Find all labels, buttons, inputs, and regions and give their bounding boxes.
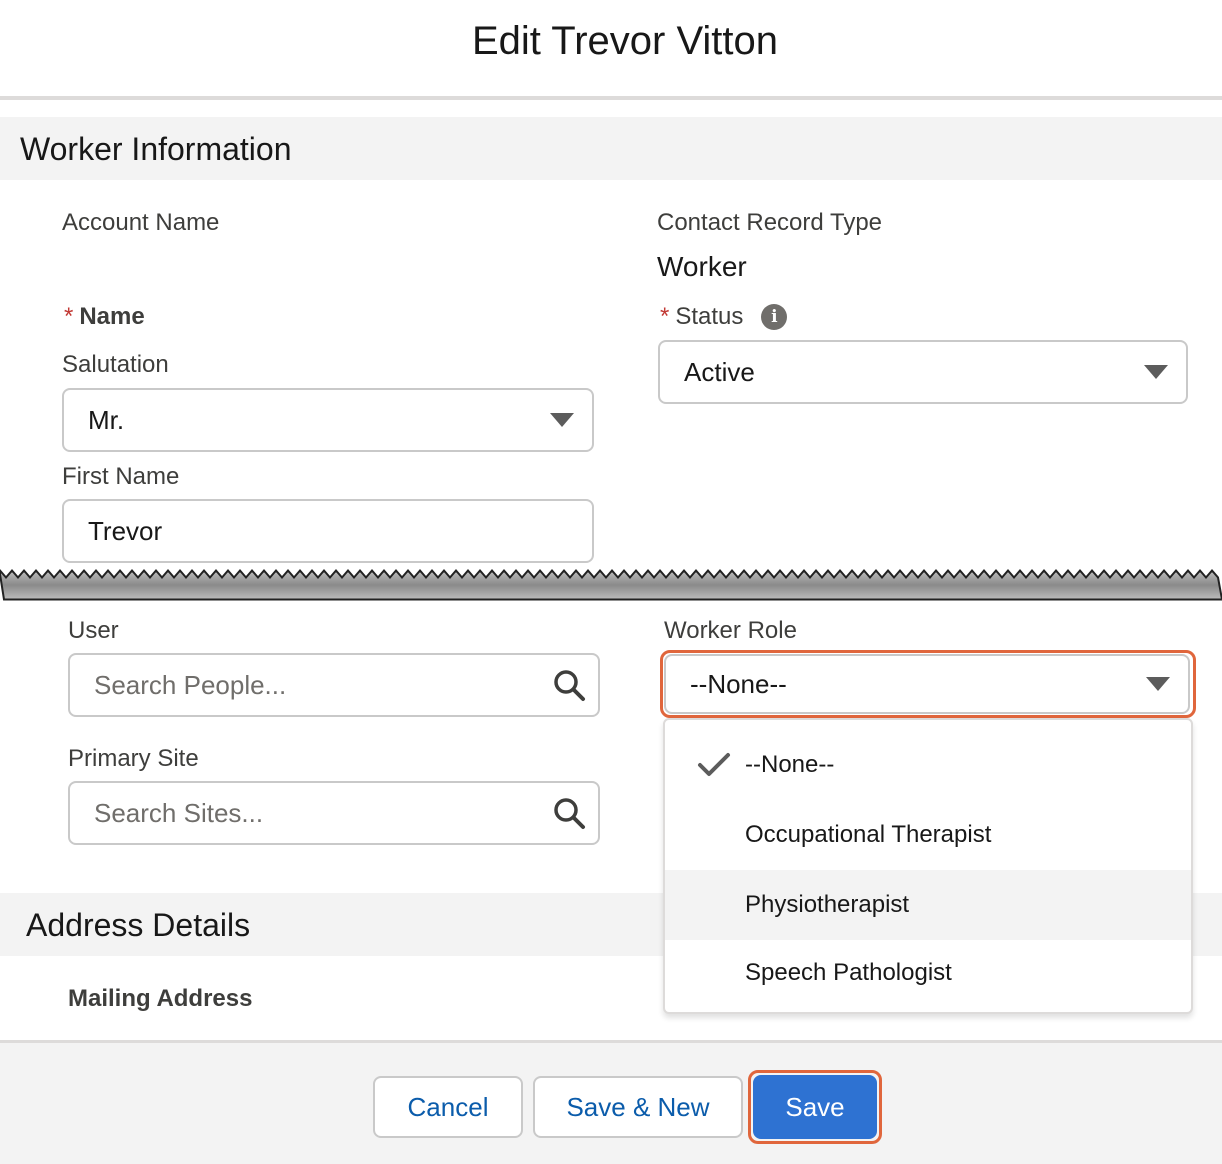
user-search-input[interactable]: Search People... [68, 653, 600, 717]
chevron-down-icon [1146, 677, 1170, 691]
salutation-select[interactable]: Mr. [62, 388, 594, 452]
mailing-address-label: Mailing Address [68, 985, 253, 1012]
dropdown-option-label: Speech Pathologist [745, 959, 952, 986]
worker-role-select-value: --None-- [690, 668, 787, 699]
info-icon[interactable]: i [761, 304, 788, 330]
search-icon [554, 670, 585, 701]
dropdown-option-physiotherapist[interactable]: Physiotherapist [665, 870, 1191, 940]
cancel-button[interactable]: Cancel [373, 1076, 523, 1138]
worker-role-label: Worker Role [664, 617, 797, 644]
check-icon [698, 753, 730, 776]
contact-record-type-value: Worker [657, 251, 747, 282]
salutation-select-value: Mr. [88, 404, 125, 435]
user-search-placeholder: Search People... [94, 669, 287, 700]
header-divider [0, 96, 1222, 100]
section-title-worker-information: Worker Information [20, 131, 292, 167]
first-name-label: First Name [62, 463, 180, 490]
user-label: User [68, 617, 119, 644]
salutation-label: Salutation [62, 351, 169, 378]
dropdown-option-occupational-therapist[interactable]: Occupational Therapist [665, 800, 1191, 870]
primary-site-label: Primary Site [68, 745, 199, 772]
search-icon [554, 798, 585, 829]
first-name-input[interactable]: Trevor [62, 499, 594, 563]
status-heading: * Status i [660, 303, 788, 331]
dropdown-option-label: Occupational Therapist [745, 821, 992, 848]
chevron-down-icon [550, 413, 574, 427]
first-name-value: Trevor [88, 515, 163, 546]
worker-role-select[interactable]: --None-- [664, 654, 1190, 714]
modal-footer: Cancel Save & New Save [0, 1040, 1222, 1164]
worker-role-dropdown-list: --None-- Occupational Therapist Physioth… [663, 718, 1193, 1014]
account-name-label: Account Name [62, 209, 220, 236]
status-select-value: Active [684, 356, 755, 387]
required-asterisk: * [64, 303, 74, 330]
name-heading: * Name [64, 303, 145, 331]
dropdown-option-label: Physiotherapist [745, 891, 910, 918]
save-and-new-button[interactable]: Save & New [533, 1076, 743, 1138]
name-label: Name [79, 303, 145, 330]
dropdown-option-label: --None-- [745, 751, 835, 778]
section-title-address-details: Address Details [26, 907, 251, 943]
status-label: Status [675, 303, 744, 330]
chevron-down-icon [1144, 365, 1168, 379]
primary-site-search-input[interactable]: Search Sites... [68, 781, 600, 845]
contact-record-type-label: Contact Record Type [657, 209, 883, 236]
status-select[interactable]: Active [658, 340, 1188, 404]
content-break-separator [0, 568, 1222, 601]
required-asterisk: * [660, 303, 670, 330]
dropdown-option-none[interactable]: --None-- [665, 730, 1191, 800]
modal-title: Edit Trevor Vitton [471, 19, 779, 63]
primary-site-search-placeholder: Search Sites... [94, 797, 264, 828]
dropdown-option-speech-pathologist[interactable]: Speech Pathologist [665, 938, 1191, 1008]
section-header-worker-information[interactable]: Worker Information [0, 117, 1222, 180]
save-button[interactable]: Save [753, 1075, 877, 1139]
